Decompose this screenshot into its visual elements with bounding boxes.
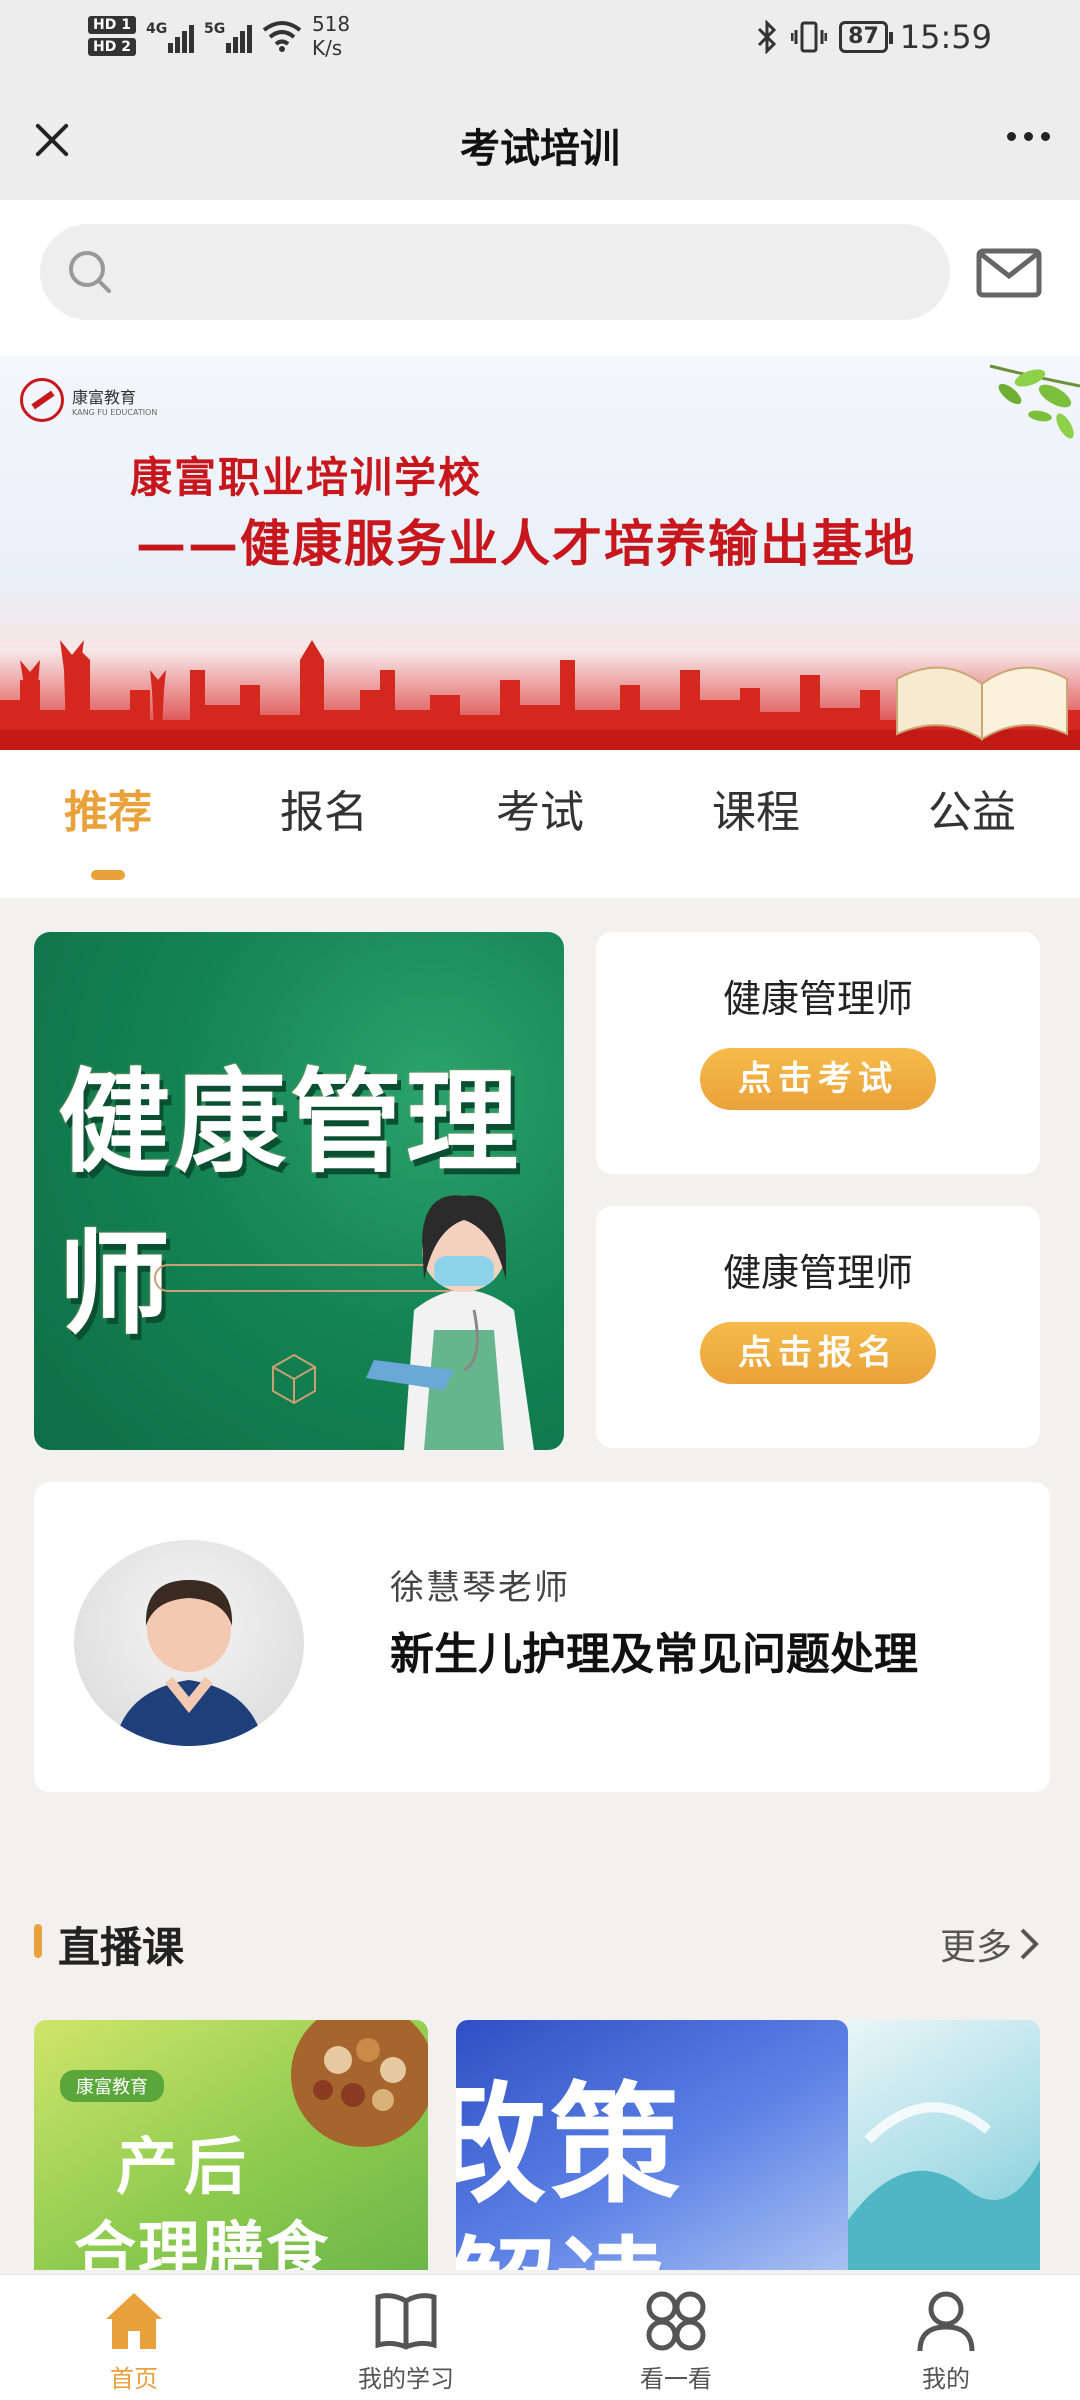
nav-home-label: 首页 [110,2365,158,2393]
banner-headline: 康富职业培训学校 [130,453,483,502]
teacher-portrait-icon [114,1580,264,1746]
live-card-brand-tag: 康富教育 [60,2070,164,2102]
status-left: HD 1 HD 2 4G 5G 518 K/s [88,12,350,60]
nav-discover[interactable]: 看一看 [576,2287,776,2394]
more-live-link[interactable]: 更多 [940,1918,1040,1970]
book-icon [375,2293,437,2350]
live-card-policy[interactable]: 政策 解读 [456,2020,848,2270]
tab-course[interactable]: 课程 [656,776,856,840]
course-title: 新生儿护理及常见问题处理 [390,1629,918,1680]
tab-recommend[interactable]: 推荐 [8,776,208,840]
user-icon [917,2291,975,2352]
cube-icon [272,1353,316,1405]
open-book-icon [896,666,1068,741]
sim1-network: 4G [145,21,168,37]
live-card-policy-subtitle: 解读 [456,2200,666,2270]
exam-card-label: 健康管理师 [722,977,913,1021]
more-options-button[interactable] [1007,132,1050,141]
logo-subtext: KANG FU EDUCATION [72,407,158,417]
banner-subheadline: ——健康服务业人才培养输出基地 [136,514,916,573]
signal-sim2-icon: 5G [204,19,252,53]
clock: 15:59 [899,18,992,56]
nav-me[interactable]: 我的 [846,2287,1046,2394]
title-bar: 考试培训 [0,80,1080,200]
sim2-network: 5G [203,21,226,37]
live-card-postpartum-diet[interactable]: 康富教育 产后 合理膳食 [34,2020,428,2270]
mail-icon[interactable] [976,248,1042,298]
live-section-title: 直播课 [58,1923,185,1972]
logo-text: 康富教育 [72,387,137,407]
nav-home[interactable]: 首页 [34,2287,234,2394]
active-tab-indicator [91,870,125,880]
vibrate-icon [791,21,828,53]
logo-mark-icon [20,378,64,422]
teacher-avatar [74,1540,304,1746]
live-card-title-2: 合理膳食 [74,2214,331,2270]
tab-charity[interactable]: 公益 [872,776,1072,840]
hd1-badge: HD 1 [88,16,136,34]
home-icon [106,2293,162,2349]
live-card-third[interactable] [848,2020,1040,2270]
search-input[interactable] [40,224,950,320]
speed-unit: K/s [311,36,343,60]
page-title: 考试培训 [460,126,620,172]
status-right: 87 15:59 [755,18,992,56]
section-accent-bar [34,1924,42,1958]
leaves-icon [989,364,1080,439]
signup-card[interactable]: 健康管理师 点击报名 [596,1206,1040,1448]
nav-discover-label: 看一看 [640,2365,712,2393]
clover-icon [646,2291,706,2351]
nurse-illustration-icon [366,1195,534,1450]
tab-exam[interactable]: 考试 [440,776,640,840]
exam-card[interactable]: 健康管理师 点击考试 [596,932,1040,1174]
school-logo: 康富教育 KANG FU EDUCATION [20,378,157,422]
network-speed: 518 K/s [312,12,350,60]
feature-card-health-manager[interactable]: 健康管理师 [34,932,564,1450]
speed-value: 518 [311,12,351,36]
start-exam-button[interactable]: 点击考试 [700,1048,936,1110]
nav-me-label: 我的 [922,2365,970,2393]
chevron-right-icon [1020,1928,1039,1960]
more-label: 更多 [939,1927,1012,1968]
bottom-navigation: 首页 我的学习 看一看 我的 [0,2274,1080,2400]
category-tabs: 推荐 报名 考试 课程 公益 [0,750,1080,898]
bluetooth-icon [758,20,777,54]
signup-button[interactable]: 点击报名 [700,1322,936,1384]
status-bar: HD 1 HD 2 4G 5G 518 K/s 87 15:59 [0,0,1080,80]
signup-card-label: 健康管理师 [722,1251,913,1295]
teacher-name: 徐慧琴老师 [390,1568,570,1608]
wave-illustration-icon [848,2102,1040,2270]
battery-icon: 87 [839,21,893,53]
teacher-course-card[interactable]: 徐慧琴老师 新生儿护理及常见问题处理 [34,1482,1050,1792]
signal-sim1-icon: 4G [146,19,194,53]
live-card-title-1: 产后 [115,2130,252,2203]
search-bar [0,200,1080,356]
tab-signup[interactable]: 报名 [224,776,424,840]
wifi-icon [262,21,302,52]
hd2-badge: HD 2 [88,38,136,56]
promo-banner[interactable]: 康富教育 KANG FU EDUCATION 康富职业培训学校 ——健康服务业人… [0,356,1080,750]
hd-badges: HD 1 HD 2 [88,16,136,56]
search-icon [69,251,111,293]
nav-my-study[interactable]: 我的学习 [306,2287,506,2394]
nav-my-study-label: 我的学习 [358,2365,454,2393]
